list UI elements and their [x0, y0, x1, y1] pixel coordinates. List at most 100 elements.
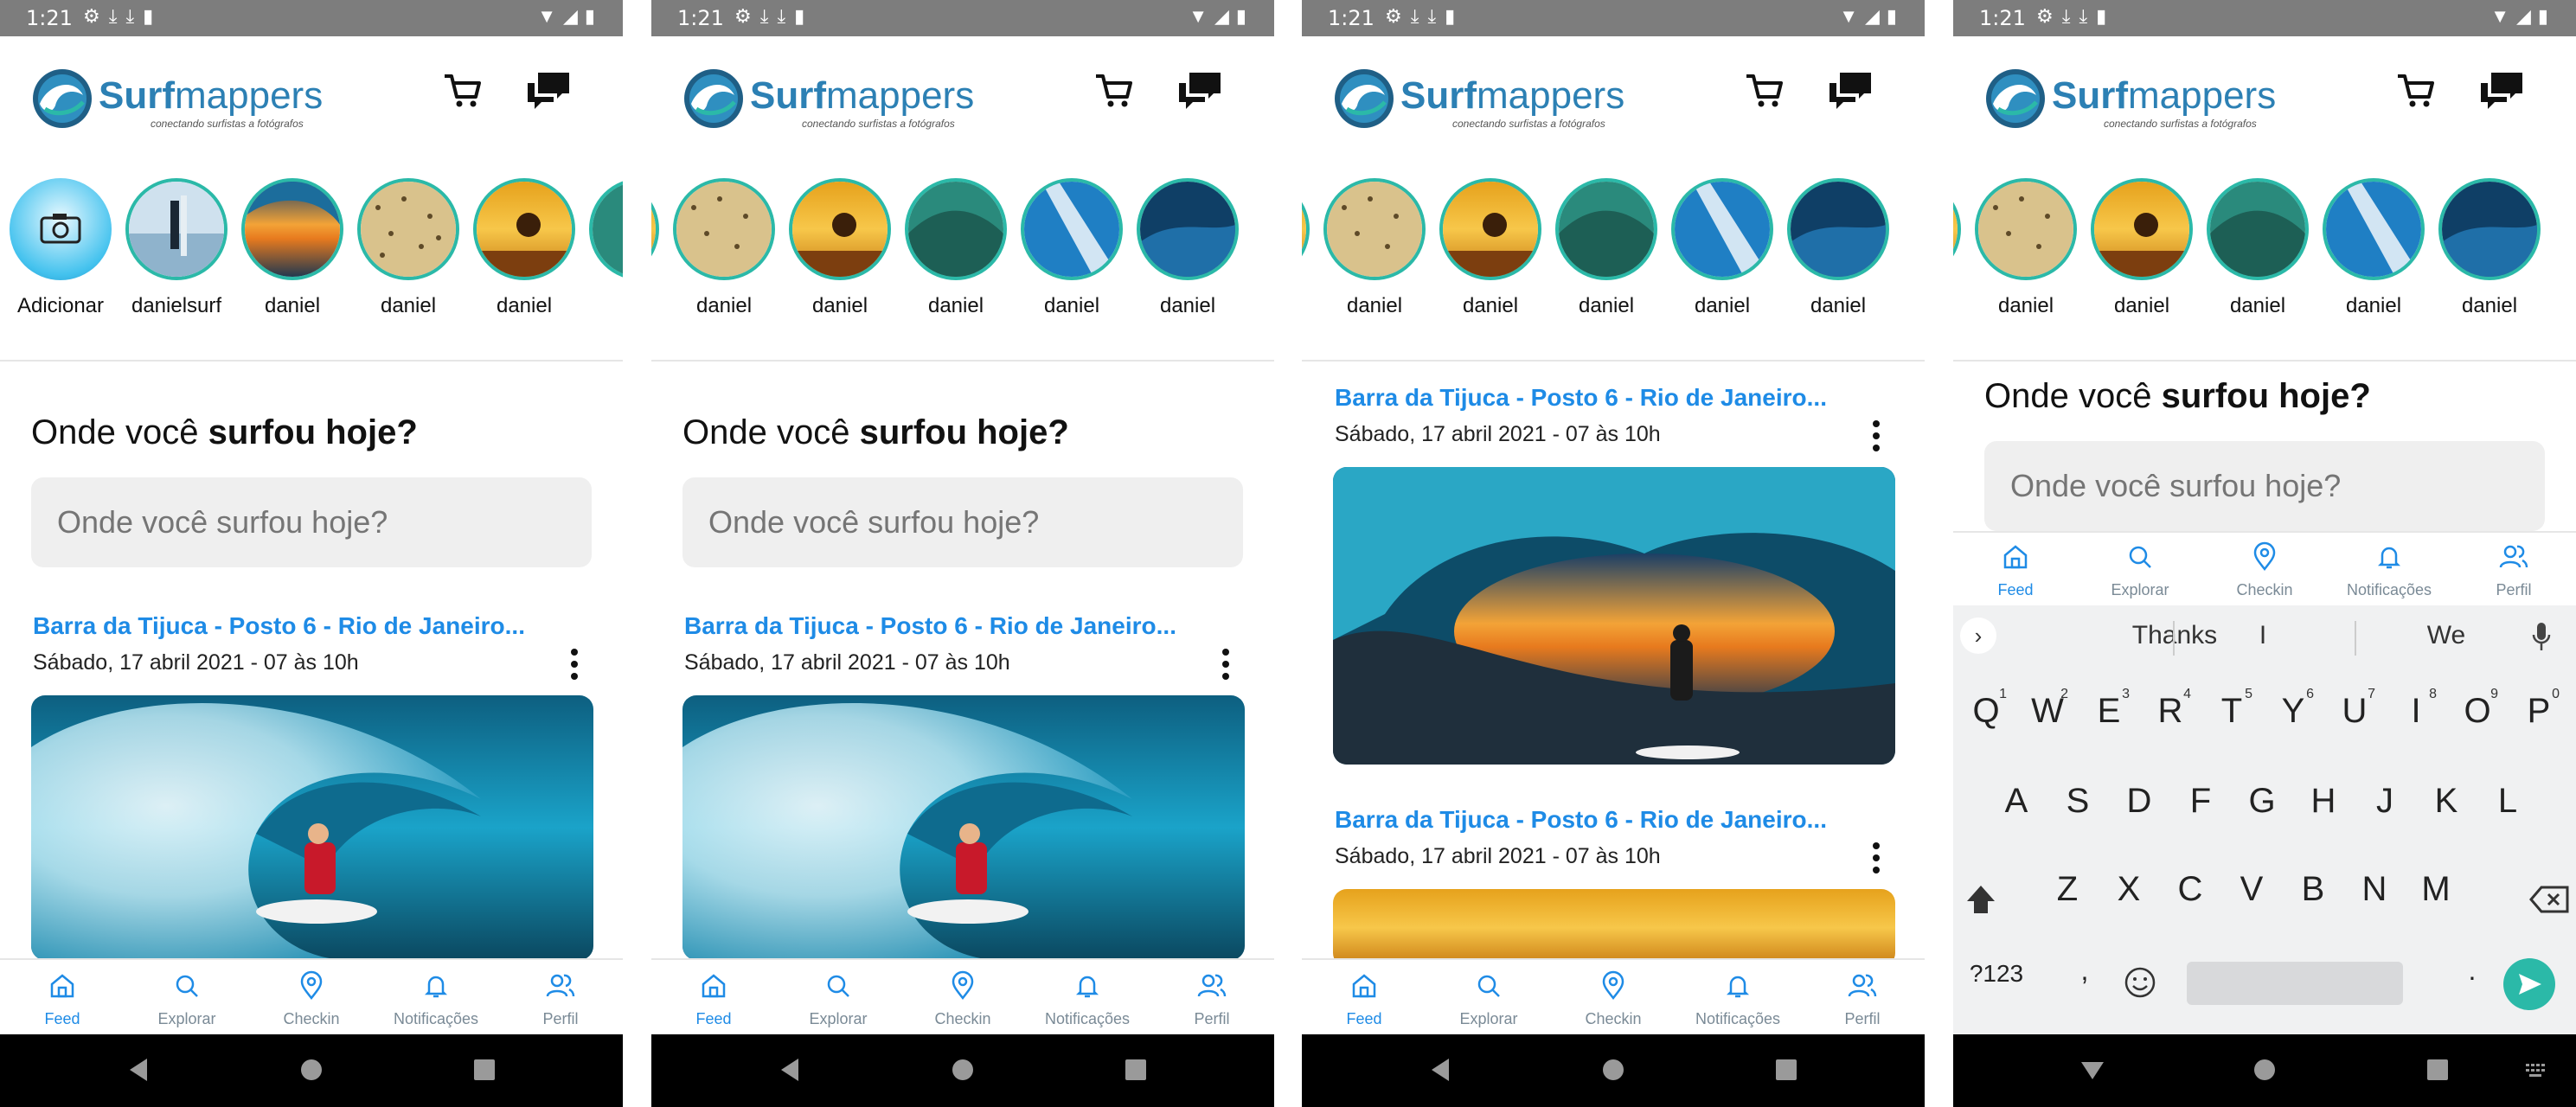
cart-icon[interactable]: [2389, 64, 2441, 116]
story-item-partial[interactable]: [651, 178, 662, 280]
nav-notificacoes[interactable]: Notificações: [1025, 969, 1150, 1028]
key-b[interactable]: B: [2289, 870, 2337, 934]
story-avatar[interactable]: [1671, 178, 1773, 280]
story-avatar[interactable]: [2091, 178, 2193, 280]
chat-icon[interactable]: [1174, 64, 1226, 116]
nav-notificacoes[interactable]: Notificações: [374, 969, 498, 1028]
nav-checkin[interactable]: Checkin: [2202, 540, 2327, 599]
nav-perfil[interactable]: Perfil: [2451, 540, 2576, 599]
suggestion-3[interactable]: We: [2360, 621, 2533, 650]
story-avatar[interactable]: [651, 178, 659, 280]
key-w[interactable]: W2: [2023, 687, 2072, 756]
post-location-link[interactable]: Barra da Tijuca - Posto 6 - Rio de Janei…: [33, 612, 525, 640]
keyboard-down-icon[interactable]: [2079, 1057, 2105, 1083]
recents-icon[interactable]: [2425, 1057, 2450, 1083]
brand-logo[interactable]: Surfmappers conectando surfistas a fotóg…: [29, 66, 341, 138]
key-z[interactable]: Z: [2043, 870, 2092, 934]
key-h[interactable]: H: [2299, 782, 2348, 846]
brand-logo[interactable]: Surfmappers conectando surfistas a fotóg…: [681, 66, 992, 138]
key-v[interactable]: V: [2227, 870, 2276, 934]
compose-input[interactable]: [31, 477, 592, 567]
expand-chevron-icon[interactable]: ›: [1960, 617, 1996, 654]
recents-icon[interactable]: [1774, 1057, 1798, 1083]
key-o[interactable]: O9: [2453, 687, 2502, 756]
nav-notificacoes[interactable]: Notificações: [1676, 969, 1800, 1028]
nav-checkin[interactable]: Checkin: [1551, 969, 1676, 1028]
chat-icon[interactable]: [2476, 64, 2528, 116]
story-item[interactable]: daniel: [1437, 178, 1544, 318]
story-avatar[interactable]: [905, 178, 1007, 280]
story-item[interactable]: daniel: [2088, 178, 2195, 318]
story-avatar[interactable]: [1137, 178, 1239, 280]
more-options-icon[interactable]: [1217, 645, 1234, 683]
emoji-icon[interactable]: [2123, 965, 2157, 1000]
recents-icon[interactable]: [1124, 1057, 1148, 1083]
story-add-avatar[interactable]: [10, 178, 112, 280]
story-avatar[interactable]: [241, 178, 343, 280]
recents-icon[interactable]: [472, 1057, 497, 1083]
story-avatar[interactable]: [1323, 178, 1426, 280]
post-image[interactable]: [31, 695, 593, 960]
post-image[interactable]: [1333, 467, 1895, 765]
story-item[interactable]: daniel: [2436, 178, 2543, 318]
key-r[interactable]: R4: [2146, 687, 2195, 756]
story-avatar[interactable]: [125, 178, 227, 280]
key-s[interactable]: S: [2054, 782, 2102, 846]
back-icon[interactable]: [778, 1057, 802, 1083]
key-e[interactable]: E3: [2085, 687, 2133, 756]
period-key[interactable]: .: [2448, 955, 2496, 1019]
story-item[interactable]: daniel: [1321, 178, 1428, 318]
story-item[interactable]: daniel: [1553, 178, 1660, 318]
nav-perfil[interactable]: Perfil: [498, 969, 623, 1028]
key-d[interactable]: D: [2115, 782, 2163, 846]
cart-icon[interactable]: [1738, 64, 1790, 116]
story-avatar[interactable]: [2207, 178, 2309, 280]
story-avatar[interactable]: [589, 178, 623, 280]
chat-icon[interactable]: [522, 64, 574, 116]
story-avatar[interactable]: [1439, 178, 1541, 280]
key-j[interactable]: J: [2361, 782, 2409, 846]
backspace-icon[interactable]: [2529, 884, 2571, 915]
send-button[interactable]: [2503, 958, 2555, 1010]
nav-checkin[interactable]: Checkin: [249, 969, 374, 1028]
story-avatar[interactable]: [357, 178, 459, 280]
comma-key[interactable]: ,: [2060, 955, 2109, 1019]
story-item-partial[interactable]: [586, 178, 623, 280]
shift-icon[interactable]: [1964, 882, 1998, 917]
back-icon[interactable]: [126, 1057, 151, 1083]
key-f[interactable]: F: [2176, 782, 2225, 846]
story-item[interactable]: daniel: [1018, 178, 1125, 318]
nav-feed[interactable]: Feed: [651, 969, 776, 1028]
back-icon[interactable]: [1428, 1057, 1452, 1083]
key-p[interactable]: P0: [2515, 687, 2563, 756]
post-image[interactable]: [682, 695, 1245, 960]
home-button-icon[interactable]: [2252, 1057, 2277, 1083]
story-avatar[interactable]: [1787, 178, 1889, 280]
cart-icon[interactable]: [1087, 64, 1139, 116]
story-item-partial[interactable]: [1953, 178, 1964, 280]
story-item[interactable]: danielsurf: [123, 178, 230, 318]
symbols-key[interactable]: ?123: [1962, 960, 2031, 1024]
home-button-icon[interactable]: [299, 1057, 324, 1083]
post-image[interactable]: [1333, 889, 1895, 967]
nav-explorar[interactable]: Explorar: [2078, 540, 2202, 599]
story-item[interactable]: daniel: [2320, 178, 2427, 318]
story-avatar[interactable]: [673, 178, 775, 280]
key-l[interactable]: L: [2483, 782, 2532, 846]
nav-explorar[interactable]: Explorar: [776, 969, 900, 1028]
story-item[interactable]: daniel: [355, 178, 462, 318]
compose-input[interactable]: [682, 477, 1243, 567]
key-k[interactable]: K: [2422, 782, 2470, 846]
story-item[interactable]: Adicionar: [7, 178, 114, 318]
key-y[interactable]: Y6: [2269, 687, 2317, 756]
story-avatar[interactable]: [1021, 178, 1123, 280]
key-g[interactable]: G: [2238, 782, 2286, 846]
story-item[interactable]: daniel: [1134, 178, 1241, 318]
story-item[interactable]: daniel: [1669, 178, 1776, 318]
story-avatar[interactable]: [1302, 178, 1310, 280]
cart-icon[interactable]: [436, 64, 488, 116]
nav-feed[interactable]: Feed: [1953, 540, 2078, 599]
spacebar[interactable]: [2187, 962, 2403, 1005]
story-avatar[interactable]: [1953, 178, 1961, 280]
compose-input[interactable]: [1984, 441, 2545, 531]
